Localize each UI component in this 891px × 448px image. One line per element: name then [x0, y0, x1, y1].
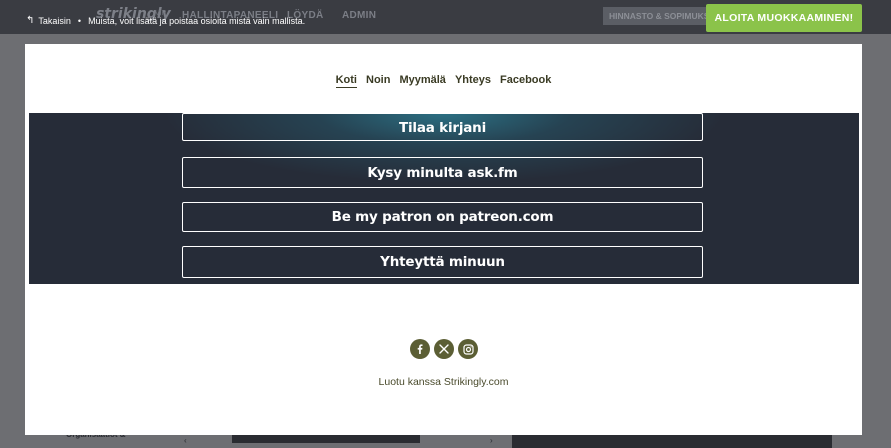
contact-me-button[interactable]: Yhteyttä minuun [182, 246, 703, 278]
x-icon[interactable] [434, 339, 454, 359]
template-note: Muista, voit lisätä ja poistaa osioita m… [88, 15, 306, 26]
social-icons [410, 339, 478, 359]
site-nav-facebook[interactable]: Facebook [500, 74, 551, 88]
back-label: Takaisin [38, 15, 71, 26]
back-link[interactable]: ↰ Takaisin • Muista, voit lisätä ja pois… [26, 15, 305, 26]
nav-admin[interactable]: ADMIN [342, 10, 376, 21]
patreon-button[interactable]: Be my patron on patreon.com [182, 202, 703, 232]
site-nav-home[interactable]: Koti [335, 74, 357, 88]
start-editing-button[interactable]: ALOITA MUOKKAAMINEN! [706, 4, 862, 32]
site-nav-store[interactable]: Myymälä [399, 74, 445, 88]
instagram-icon[interactable] [458, 339, 478, 359]
links-section: Tilaa kirjani Kysy minulta ask.fm Be my … [29, 113, 859, 284]
chevron-left-icon: ‹ [184, 436, 187, 445]
footer-credit[interactable]: Luotu kanssa Strikingly.com [25, 376, 862, 388]
facebook-icon[interactable] [410, 339, 430, 359]
order-book-button[interactable]: Tilaa kirjani [182, 113, 703, 141]
back-arrow-icon: ↰ [26, 15, 35, 26]
site-nav-about[interactable]: Noin [366, 74, 390, 88]
separator-dot: • [77, 15, 82, 26]
site-navigation: Koti Noin Myymälä Yhteys Facebook [25, 74, 862, 88]
chevron-right-icon: › [490, 436, 493, 445]
template-preview: Koti Noin Myymälä Yhteys Facebook Tilaa … [25, 44, 862, 435]
ask-fm-button[interactable]: Kysy minulta ask.fm [182, 157, 703, 188]
site-nav-contact[interactable]: Yhteys [455, 74, 491, 88]
pricing-button[interactable]: HINNASTO & SOPIMUKSET [603, 7, 713, 25]
